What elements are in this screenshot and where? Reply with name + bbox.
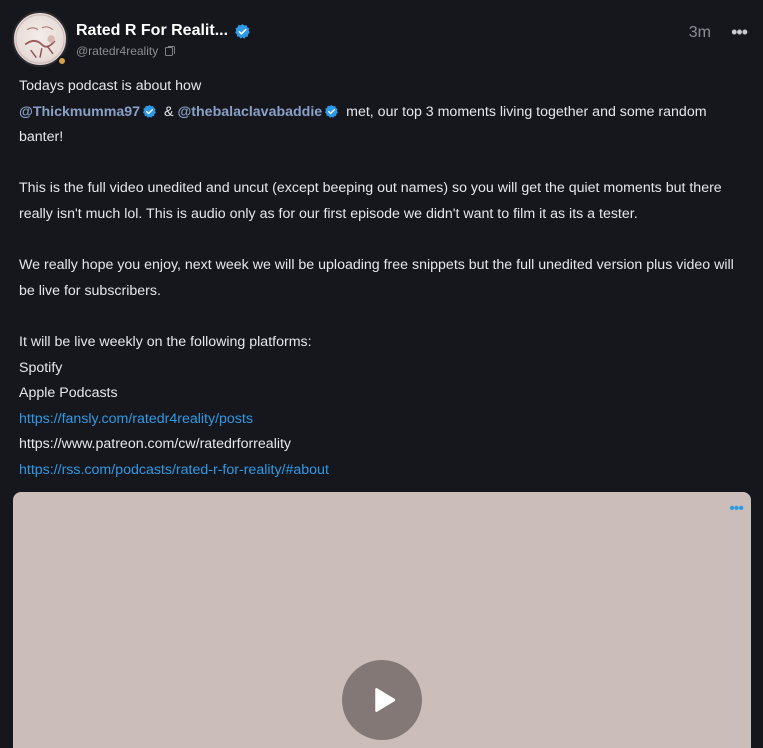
- intro-text: Todays podcast is about how: [19, 78, 202, 94]
- paragraph-4: It will be live weekly on the following …: [19, 333, 312, 350]
- mention-thickmumma97[interactable]: @Thickmumma97: [19, 104, 140, 120]
- link-fansly[interactable]: https://fansly.com/ratedr4reality/posts: [19, 411, 253, 427]
- copy-icon[interactable]: [164, 45, 176, 57]
- play-icon: [375, 688, 396, 712]
- post-body: Todays podcast is about how @Thickmumma9…: [19, 74, 749, 484]
- media-preview[interactable]: •••: [13, 492, 751, 748]
- status-dot: [57, 56, 67, 66]
- platform-spotify: Spotify: [19, 359, 63, 376]
- post-mentions: @Thickmumma97 & @thebalaclavabaddie met,…: [19, 100, 749, 151]
- verified-badge-icon: [325, 104, 339, 118]
- platform-apple-podcasts: Apple Podcasts: [19, 385, 118, 402]
- ampersand: &: [164, 103, 174, 120]
- post-time: 3m: [688, 24, 711, 41]
- link-patreon-text: https://www.patreon.com/cw/ratedrforreal…: [19, 436, 292, 453]
- link-rss[interactable]: https://rss.com/podcasts/rated-r-for-rea…: [19, 462, 329, 478]
- media-more-dots-icon[interactable]: •••: [729, 500, 744, 518]
- paragraph-2: This is the full video unedited and uncu…: [19, 180, 722, 222]
- more-dots-icon[interactable]: •••: [731, 22, 748, 43]
- paragraph-3: We really hope you enjoy, next week we w…: [19, 257, 734, 299]
- post-header: Rated R For Realit... @ratedr4reality 3m…: [12, 10, 751, 68]
- post-intro: Todays podcast is about how: [19, 74, 749, 100]
- verified-badge-icon: [235, 23, 250, 39]
- verified-badge-icon: [143, 104, 156, 118]
- display-name[interactable]: Rated R For Realit...: [76, 22, 228, 40]
- handle[interactable]: @ratedr4reality: [76, 44, 158, 58]
- mention-thebalaclavabaddie[interactable]: @thebalaclavabaddie: [177, 104, 322, 120]
- play-button[interactable]: [342, 660, 422, 740]
